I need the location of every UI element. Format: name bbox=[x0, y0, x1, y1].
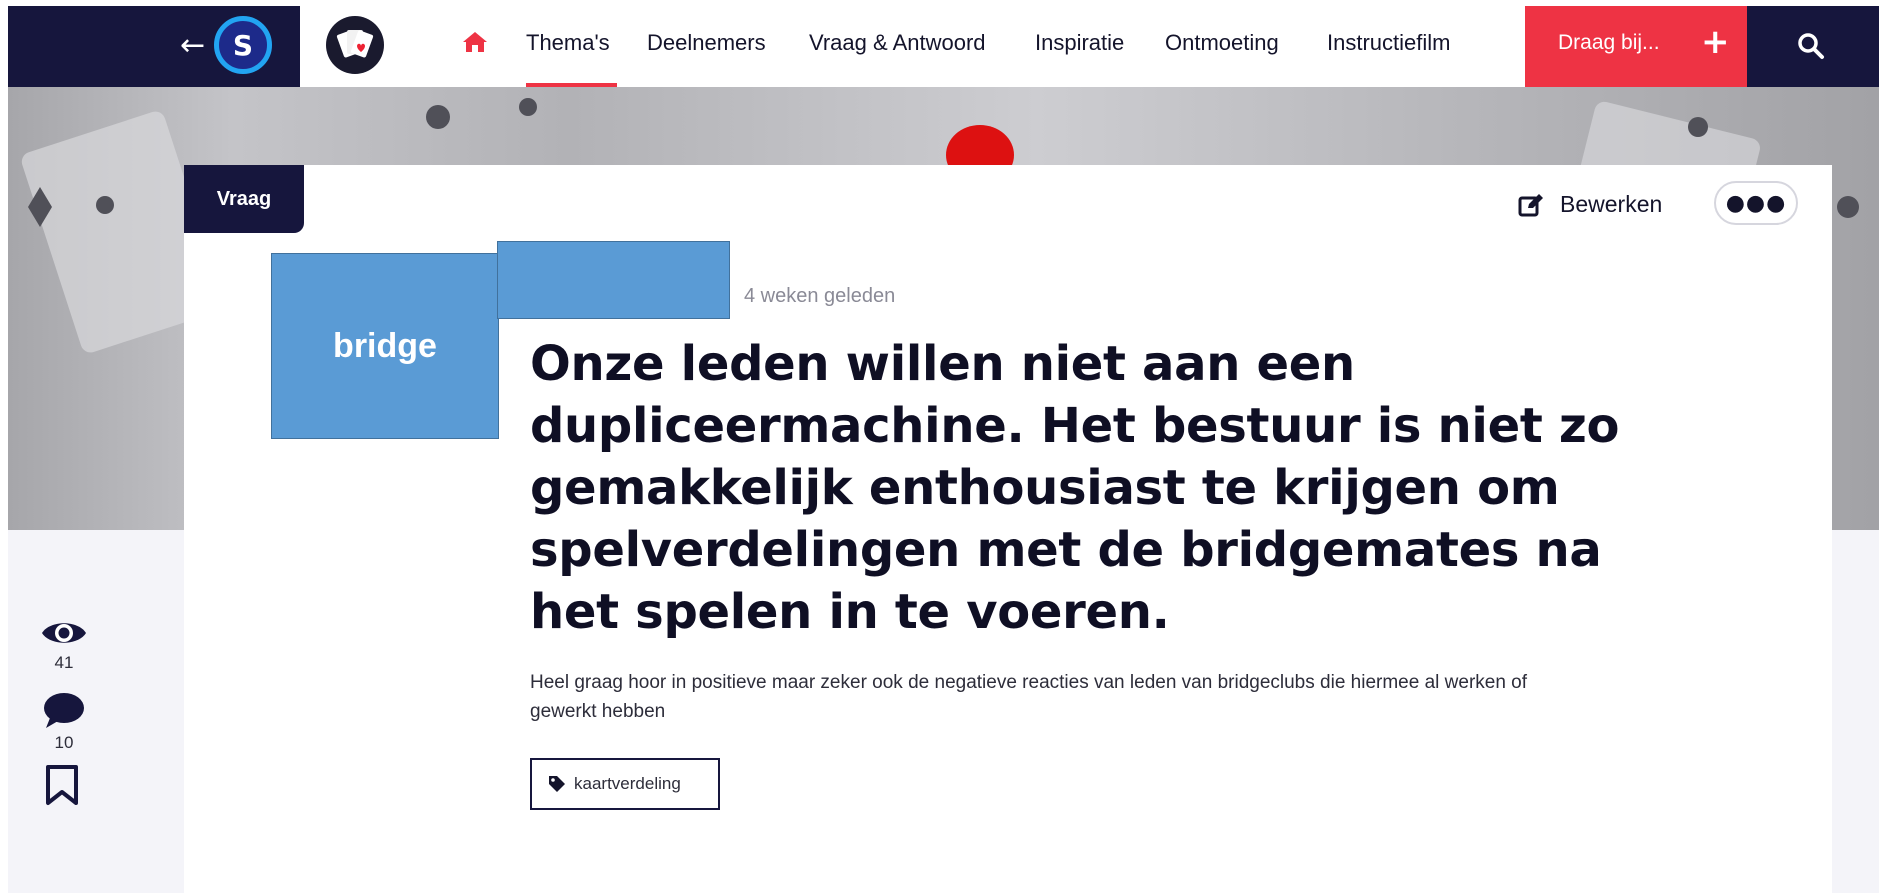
more-options-button[interactable]: ●●● bbox=[1714, 181, 1798, 225]
bridge-label-box: bridge bbox=[271, 253, 499, 439]
comments-stat[interactable]: 10 bbox=[36, 692, 92, 752]
tag-label: kaartverdeling bbox=[574, 774, 681, 793]
post-description: Heel graag hoor in positieve maar zeker … bbox=[530, 672, 1528, 722]
eye-icon bbox=[42, 623, 86, 643]
views-stat: 41 bbox=[36, 616, 92, 672]
bookmark-icon[interactable] bbox=[45, 764, 79, 810]
edit-label: Bewerken bbox=[1560, 191, 1663, 217]
views-count: 41 bbox=[54, 653, 74, 672]
nav-link-deelnemers[interactable]: Deelnemers bbox=[647, 28, 766, 58]
community-logo[interactable] bbox=[326, 16, 384, 74]
blank-placeholder-box bbox=[497, 241, 730, 319]
contribute-button[interactable]: Draag bij... + bbox=[1525, 6, 1747, 87]
navbar-brand-area: ← S bbox=[8, 6, 300, 87]
brand-logo-letter: S bbox=[232, 28, 254, 62]
edit-button[interactable]: Bewerken bbox=[1518, 191, 1662, 218]
playing-cards-icon bbox=[336, 30, 374, 58]
active-tab-indicator bbox=[526, 83, 617, 87]
comments-count: 10 bbox=[54, 733, 74, 752]
post-timestamp: 4 weken geleden bbox=[744, 285, 896, 307]
brand-logo[interactable]: S bbox=[214, 16, 272, 74]
search-button[interactable] bbox=[1747, 6, 1879, 87]
nav-link-themas[interactable]: Thema's bbox=[526, 28, 610, 58]
nav-link-inspiratie[interactable]: Inspiratie bbox=[1035, 28, 1124, 58]
edit-icon bbox=[1518, 193, 1543, 216]
home-icon[interactable] bbox=[462, 30, 488, 58]
post-type-badge: Vraag bbox=[184, 165, 304, 233]
post-type-label: Vraag bbox=[216, 187, 272, 210]
nav-link-instructiefilm[interactable]: Instructiefilm bbox=[1327, 28, 1450, 58]
more-icon: ●●● bbox=[1725, 190, 1787, 216]
top-navbar: ← S Thema's Deelnemers Vraag & Antwoord … bbox=[8, 6, 1879, 87]
tag-chip[interactable]: kaartverdeling bbox=[530, 758, 720, 810]
app-frame: ← S Thema's Deelnemers Vraag & Antwoord … bbox=[8, 6, 1879, 893]
bridge-label: bridge bbox=[333, 326, 437, 365]
tag-icon bbox=[549, 776, 565, 792]
post-title: Onze leden willen niet aan een dupliceer… bbox=[530, 336, 1620, 640]
nav-link-ontmoeting[interactable]: Ontmoeting bbox=[1165, 28, 1279, 58]
arrow-left-icon[interactable]: ← bbox=[180, 26, 205, 66]
search-icon bbox=[1798, 33, 1824, 59]
plus-icon: + bbox=[1701, 22, 1730, 62]
comment-icon bbox=[44, 693, 84, 728]
nav-link-vraag-antwoord[interactable]: Vraag & Antwoord bbox=[809, 28, 986, 58]
contribute-label: Draag bij... bbox=[1558, 31, 1660, 54]
